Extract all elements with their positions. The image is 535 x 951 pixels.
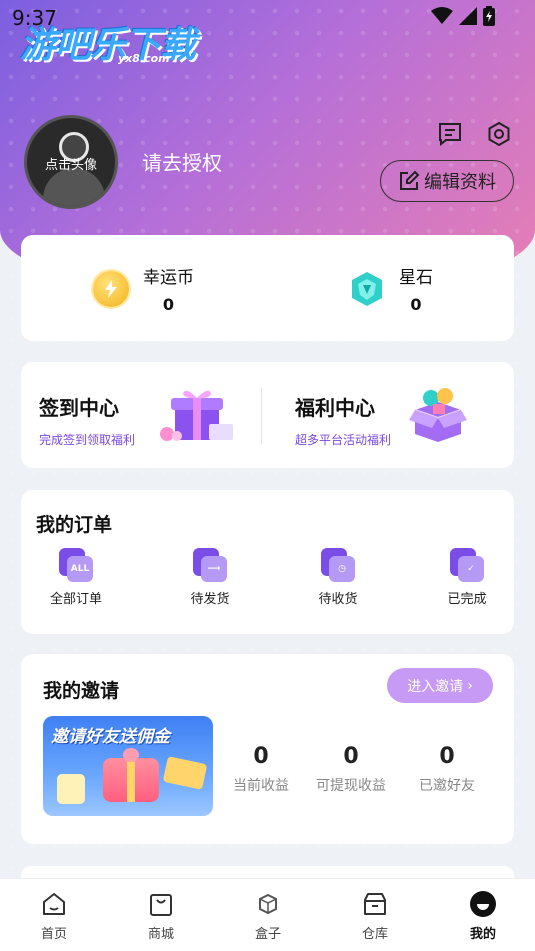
invite-banner-text: 邀请好友送佣金 bbox=[51, 727, 170, 747]
order-pending-receipt[interactable]: ◷ 待收货 bbox=[293, 548, 383, 607]
lightning-coin-icon bbox=[93, 270, 129, 307]
completed-check-icon: ✓ bbox=[450, 548, 484, 582]
avatar-label: 点击头像 bbox=[44, 158, 97, 173]
orders-title: 我的订单 bbox=[36, 514, 113, 536]
cup-icon bbox=[57, 774, 85, 804]
gift-box-icon bbox=[160, 390, 233, 441]
tab-shop[interactable]: 商城 bbox=[126, 889, 196, 942]
welfare-center[interactable]: 福利中心 超多平台活动福利 bbox=[295, 392, 391, 448]
pending-shipment-icon: ⟶ bbox=[193, 548, 227, 582]
currency-name: 星石 bbox=[399, 268, 433, 288]
stat-value: 0 bbox=[253, 744, 269, 769]
battery-icon bbox=[483, 6, 495, 26]
coupon-icon bbox=[162, 756, 208, 790]
edit-icon bbox=[400, 170, 420, 190]
invite-card: 我的邀请 进入邀请 › 邀请好友送佣金 0 当前收益 0 可提现收益 0 已邀好… bbox=[21, 654, 514, 844]
tab-home[interactable]: 首页 bbox=[19, 889, 89, 942]
shop-bag-icon bbox=[150, 894, 172, 916]
tab-warehouse[interactable]: 仓库 bbox=[340, 889, 410, 942]
pending-receipt-icon: ◷ bbox=[321, 548, 355, 582]
order-label: 待收货 bbox=[318, 592, 358, 607]
profile-dot-icon bbox=[470, 891, 496, 917]
stat-label: 可提现收益 bbox=[316, 778, 386, 794]
message-button[interactable] bbox=[435, 119, 465, 149]
tab-label: 盒子 bbox=[254, 927, 281, 942]
avatar[interactable]: 点击头像 bbox=[24, 115, 118, 209]
currency-value: 0 bbox=[162, 295, 175, 314]
welfare-center-subtitle: 超多平台活动福利 bbox=[295, 433, 392, 447]
avatar-body-icon bbox=[43, 168, 105, 206]
stat-value: 0 bbox=[439, 744, 455, 769]
username[interactable]: 请去授权 bbox=[142, 147, 222, 176]
currency-lucky-coin[interactable]: 幸运币 0 bbox=[93, 263, 194, 314]
watermark-url: yx8.com bbox=[118, 52, 170, 65]
tab-box[interactable]: 盒子 bbox=[233, 889, 303, 942]
warehouse-icon bbox=[364, 893, 386, 915]
enter-invite-label: 进入邀请 bbox=[407, 678, 464, 695]
edit-profile-button[interactable]: 编辑资料 bbox=[380, 160, 514, 202]
settings-button[interactable] bbox=[484, 119, 514, 149]
tab-label: 仓库 bbox=[361, 927, 388, 942]
order-completed[interactable]: ✓ 已完成 bbox=[422, 548, 512, 607]
order-all[interactable]: ALL 全部订单 bbox=[31, 548, 121, 607]
currency-star-stone[interactable]: 星石 0 bbox=[349, 263, 433, 314]
centers-divider bbox=[261, 388, 262, 444]
invite-banner[interactable]: 邀请好友送佣金 bbox=[43, 716, 213, 816]
wifi-icon bbox=[431, 7, 453, 24]
bottom-tab-bar: 首页 商城 盒子 仓库 我的 bbox=[0, 878, 535, 951]
tab-label: 首页 bbox=[40, 927, 67, 942]
order-label: 待发货 bbox=[190, 592, 230, 607]
enter-invite-button[interactable]: 进入邀请 › bbox=[387, 668, 493, 703]
welfare-box-icon bbox=[409, 388, 467, 442]
stat-invited-friends: 0 已邀好友 bbox=[407, 744, 487, 795]
centers-card: 签到中心 完成签到领取福利 福利中心 超多平台活动福利 bbox=[21, 362, 514, 468]
invite-title: 我的邀请 bbox=[43, 680, 120, 702]
box-icon bbox=[259, 893, 277, 915]
edit-profile-label: 编辑资料 bbox=[424, 172, 496, 193]
sign-in-center[interactable]: 签到中心 完成签到领取福利 bbox=[39, 392, 135, 448]
status-icons bbox=[431, 6, 495, 26]
message-icon bbox=[439, 123, 461, 147]
stat-current-earnings: 0 当前收益 bbox=[221, 744, 301, 795]
order-label: 已完成 bbox=[447, 592, 487, 607]
sign-in-center-subtitle: 完成签到领取福利 bbox=[39, 433, 136, 447]
tab-label: 商城 bbox=[147, 927, 174, 942]
all-orders-icon: ALL bbox=[59, 548, 93, 582]
stat-label: 已邀好友 bbox=[419, 778, 475, 794]
orders-card: 我的订单 ALL 全部订单 ⟶ 待发货 ◷ 待收货 ✓ 已完成 bbox=[21, 490, 514, 634]
stat-withdrawable-earnings: 0 可提现收益 bbox=[311, 744, 391, 795]
currency-value: 0 bbox=[410, 295, 422, 314]
order-pending-shipment[interactable]: ⟶ 待发货 bbox=[165, 548, 255, 607]
gear-icon bbox=[488, 121, 510, 147]
order-label: 全部订单 bbox=[49, 592, 102, 607]
tab-label: 我的 bbox=[469, 927, 496, 942]
currency-card: 幸运币 0 星石 0 bbox=[21, 235, 514, 341]
stat-value: 0 bbox=[343, 744, 359, 769]
tab-mine[interactable]: 我的 bbox=[448, 889, 518, 942]
chevron-right-icon: › bbox=[467, 677, 473, 694]
gift-ribbon bbox=[127, 758, 135, 802]
stat-label: 当前收益 bbox=[233, 778, 289, 794]
sign-in-center-title: 签到中心 bbox=[39, 396, 119, 420]
star-stone-icon bbox=[352, 271, 382, 306]
home-icon bbox=[43, 893, 65, 915]
gift-bow bbox=[123, 748, 139, 762]
welfare-center-title: 福利中心 bbox=[295, 396, 375, 420]
currency-name: 幸运币 bbox=[143, 268, 194, 288]
signal-icon bbox=[459, 7, 477, 25]
